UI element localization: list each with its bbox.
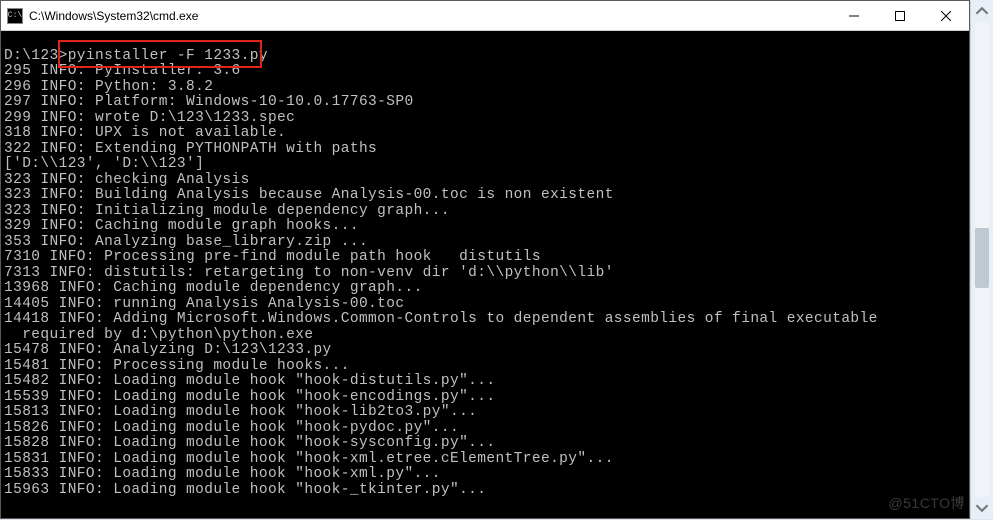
terminal-prompt-line: D:\123>pyinstaller -F 1233.py [4,49,969,65]
minimize-button[interactable] [831,1,877,30]
app-icon: C:\ [7,8,23,24]
terminal-line: 14418 INFO: Adding Microsoft.Windows.Com… [4,312,969,328]
terminal-line: 13968 INFO: Caching module dependency gr… [4,281,969,297]
terminal-line: 15963 INFO: Loading module hook "hook-_t… [4,483,969,499]
maximize-icon [895,11,905,21]
scroll-thumb[interactable] [975,228,989,288]
terminal-line: 15833 INFO: Loading module hook "hook-xm… [4,467,969,483]
terminal-line: required by d:\python\python.exe [4,328,969,344]
terminal-line: 329 INFO: Caching module graph hooks... [4,219,969,235]
close-icon [941,11,951,21]
cmd-window: C:\ C:\Windows\System32\cmd.exe D:\123>p… [0,0,970,519]
terminal-line: 7310 INFO: Processing pre-find module pa… [4,250,969,266]
window-title: C:\Windows\System32\cmd.exe [29,9,831,23]
terminal-line [4,33,969,49]
terminal-line: 299 INFO: wrote D:\123\1233.spec [4,111,969,127]
terminal-line: 15478 INFO: Analyzing D:\123\1233.py [4,343,969,359]
window-controls [831,1,969,30]
maximize-button[interactable] [877,1,923,30]
terminal-line: 15482 INFO: Loading module hook "hook-di… [4,374,969,390]
terminal-line: 295 INFO: PyInstaller: 3.6 [4,64,969,80]
terminal-line: 322 INFO: Extending PYTHONPATH with path… [4,142,969,158]
terminal-line: 318 INFO: UPX is not available. [4,126,969,142]
close-button[interactable] [923,1,969,30]
scroll-up-icon[interactable] [975,4,989,18]
scroll-down-icon[interactable] [975,501,989,515]
terminal-line: 296 INFO: Python: 3.8.2 [4,80,969,96]
terminal-line: 323 INFO: Building Analysis because Anal… [4,188,969,204]
terminal-line: 7313 INFO: distutils: retargeting to non… [4,266,969,282]
terminal-line: 323 INFO: checking Analysis [4,173,969,189]
terminal-line: 15539 INFO: Loading module hook "hook-en… [4,390,969,406]
page-scrollbar[interactable] [970,0,993,519]
terminal-line: 297 INFO: Platform: Windows-10-10.0.1776… [4,95,969,111]
watermark-text: @51CTO博 [888,493,965,513]
terminal-line: 15813 INFO: Loading module hook "hook-li… [4,405,969,421]
terminal-line: 15481 INFO: Processing module hooks... [4,359,969,375]
terminal-line: ['D:\\123', 'D:\\123'] [4,157,969,173]
minimize-icon [849,11,859,21]
terminal-output[interactable]: D:\123>pyinstaller -F 1233.py295 INFO: P… [1,31,969,518]
terminal-line: 15831 INFO: Loading module hook "hook-xm… [4,452,969,468]
terminal-line: 14405 INFO: running Analysis Analysis-00… [4,297,969,313]
terminal-line: 15828 INFO: Loading module hook "hook-sy… [4,436,969,452]
terminal-line: 323 INFO: Initializing module dependency… [4,204,969,220]
terminal-line: 353 INFO: Analyzing base_library.zip ... [4,235,969,251]
titlebar[interactable]: C:\ C:\Windows\System32\cmd.exe [1,1,969,31]
terminal-line: 15826 INFO: Loading module hook "hook-py… [4,421,969,437]
